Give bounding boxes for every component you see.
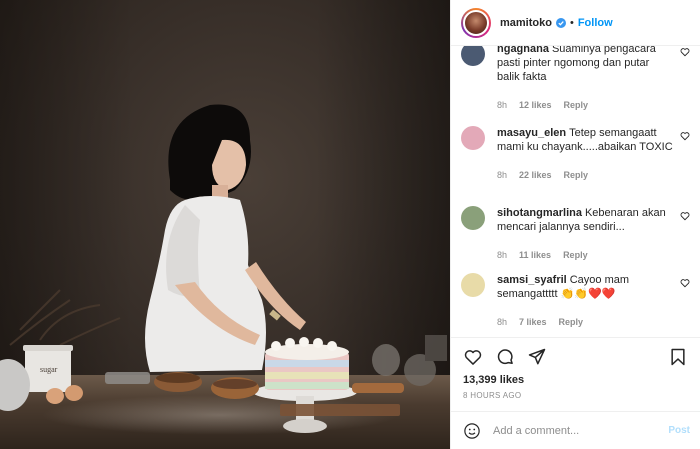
glass-jars [372, 335, 447, 386]
reply-button[interactable]: Reply [563, 248, 588, 262]
dried-plants [9, 289, 121, 346]
post-actions: 13,399 likes 8 HOURS AGO [451, 337, 700, 411]
comment-username[interactable]: sihotangmarlina [497, 207, 582, 219]
comment-likes[interactable]: 12 likes [519, 98, 552, 112]
sugar-label: sugar [40, 365, 58, 374]
comment-likes[interactable]: 7 likes [519, 315, 547, 329]
reply-button[interactable]: Reply [564, 168, 589, 182]
commenter-avatar[interactable] [461, 206, 485, 230]
white-dress [145, 196, 266, 372]
rainbow-cake [265, 337, 349, 390]
comment-meta: 8h 7 likes Reply [497, 315, 674, 329]
post-header: mamitoko • Follow [451, 0, 700, 46]
comment-body: masayu_elen Tetep semangaatt mami ku chay… [497, 126, 690, 182]
comments-list[interactable]: ngaghana Suaminya pengacara pasti pinter … [451, 46, 700, 337]
commenter-avatar[interactable] [461, 273, 485, 297]
commenter-avatar[interactable] [461, 46, 485, 66]
list-item: ngaghana Suaminya pengacara pasti pinter … [461, 46, 690, 112]
comment-meta: 8h 22 likes Reply [497, 168, 674, 182]
comment-input[interactable] [493, 424, 669, 437]
verified-badge-icon [555, 17, 566, 28]
comment-body: samsi_syafril Cayoo mam semangattttt 👏👏❤️… [497, 273, 690, 329]
post-timestamp[interactable]: 8 HOURS AGO [463, 391, 688, 400]
rolling-pin [352, 383, 404, 393]
username[interactable]: mamitoko [500, 17, 552, 29]
separator-dot: • [569, 16, 574, 29]
comment-username[interactable]: ngaghana [497, 46, 549, 55]
list-item: masayu_elen Tetep semangaatt mami ku chay… [461, 126, 690, 182]
likes-count[interactable]: 13,399 likes [463, 374, 688, 386]
comment-likes[interactable]: 22 likes [519, 168, 552, 182]
comment-time[interactable]: 8h [497, 168, 507, 182]
like-comment-heart-icon[interactable] [680, 131, 690, 141]
reply-button[interactable]: Reply [564, 98, 589, 112]
comment-icon[interactable] [495, 347, 515, 367]
comment-body: ngaghana Suaminya pengacara pasti pinter … [497, 46, 690, 112]
commenter-avatar[interactable] [461, 126, 485, 150]
bookmark-icon[interactable] [668, 347, 688, 367]
share-icon[interactable] [527, 347, 547, 367]
emoji-smiley-icon[interactable] [463, 422, 481, 440]
add-comment-bar: Post [451, 411, 700, 449]
post-comment-button[interactable]: Post [668, 425, 690, 436]
post-photo[interactable]: sugar [0, 0, 450, 449]
like-comment-heart-icon[interactable] [680, 47, 690, 57]
like-comment-heart-icon[interactable] [680, 278, 690, 288]
comment-meta: 8h 11 likes Reply [497, 248, 674, 262]
comment-meta: 8h 12 likes Reply [497, 98, 674, 112]
comment-body: sihotangmarlina Kebenaran akan mencari ja… [497, 206, 690, 262]
profile-photo [463, 9, 489, 36]
photo-scene: sugar [0, 104, 447, 433]
comment-time[interactable]: 8h [497, 98, 507, 112]
comment-username[interactable]: masayu_elen [497, 127, 566, 139]
heart-icon[interactable] [463, 347, 483, 367]
list-item: samsi_syafril Cayoo mam semangattttt 👏👏❤️… [461, 273, 690, 329]
avatar[interactable] [461, 7, 491, 38]
reply-button[interactable]: Reply [559, 315, 584, 329]
comment-username[interactable]: samsi_syafril [497, 274, 567, 286]
like-comment-heart-icon[interactable] [680, 211, 690, 221]
list-item: sihotangmarlina Kebenaran akan mencari ja… [461, 206, 690, 262]
comment-likes[interactable]: 11 likes [519, 248, 551, 262]
instagram-post: sugar mamitoko • Follow ngaghana Suaminy… [0, 0, 700, 449]
post-side-panel: mamitoko • Follow ngaghana Suaminya penga… [450, 0, 700, 449]
follow-button[interactable]: Follow [578, 17, 613, 29]
comment-time[interactable]: 8h [497, 248, 507, 262]
comment-time[interactable]: 8h [497, 315, 507, 329]
action-icons [463, 346, 688, 368]
